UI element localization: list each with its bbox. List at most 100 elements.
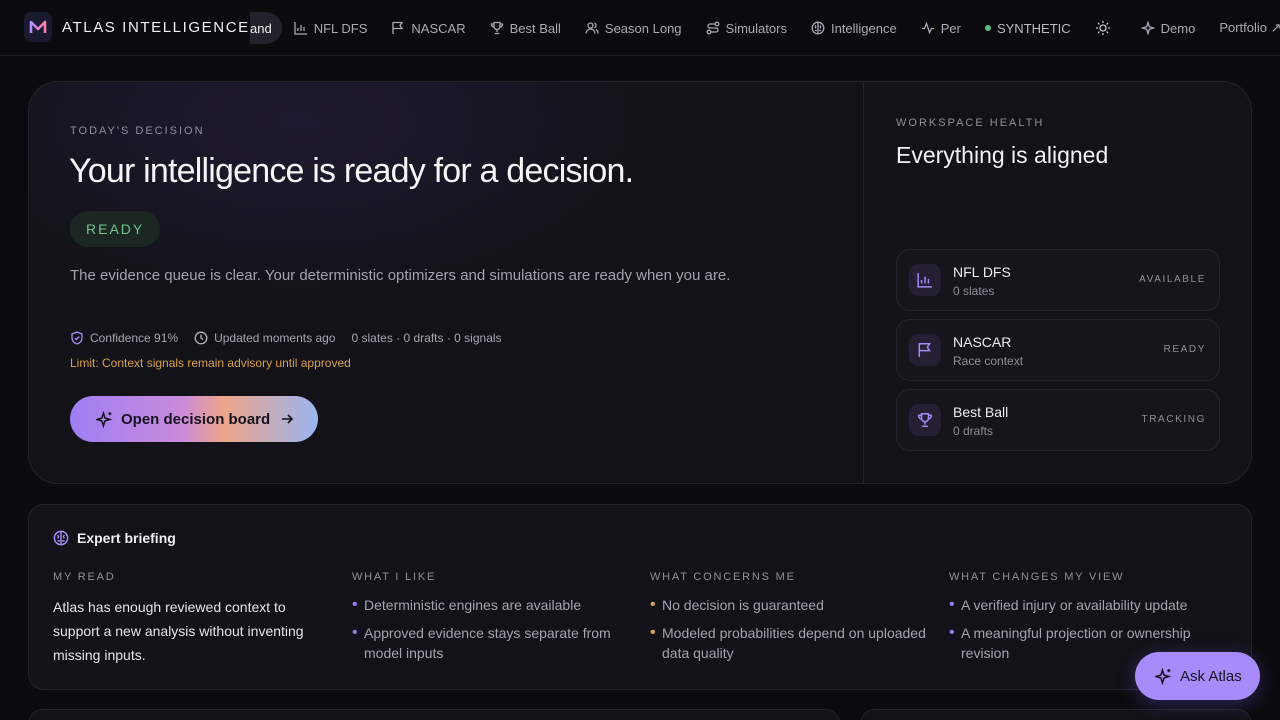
trophy-icon <box>909 404 941 436</box>
workspace-card-nfl-dfs[interactable]: NFL DFS 0 slates AVAILABLE <box>896 249 1220 311</box>
main-nav: and NFL DFS NASCAR Best Ball Season Long… <box>250 11 1280 45</box>
nav-item-label: Simulators <box>725 20 787 36</box>
lower-card-right <box>860 709 1252 720</box>
cta-label: Open decision board <box>121 410 271 428</box>
hero-title: Your intelligence is ready for a decisio… <box>69 152 634 190</box>
demo-label: Demo <box>1160 20 1196 36</box>
workspace-eyebrow: WORKSPACE HEALTH <box>896 117 1045 129</box>
nav-item-label: and <box>250 20 272 36</box>
workspace-card-nascar[interactable]: NASCAR Race context READY <box>896 319 1220 381</box>
portfolio-label: Portfolio ↗ <box>1219 20 1280 35</box>
workspace-card-best-ball[interactable]: Best Ball 0 drafts TRACKING <box>896 389 1220 451</box>
column-title: WHAT I LIKE <box>352 571 437 583</box>
what-i-like-column: WHAT I LIKE • Deterministic engines are a… <box>352 571 632 671</box>
shield-check-icon <box>71 331 83 345</box>
brand[interactable]: ATLAS INTELLIGENCE <box>24 12 250 42</box>
theme-toggle-button[interactable] <box>1083 12 1129 44</box>
workspace-card-status: TRACKING <box>1141 414 1206 425</box>
nav-item-performance[interactable]: Per <box>909 12 973 44</box>
workspace-health-panel: WORKSPACE HEALTH Everything is aligned N… <box>864 82 1251 483</box>
workspace-card-status: AVAILABLE <box>1139 274 1206 285</box>
list-item: • No decision is guaranteed <box>650 596 824 613</box>
todays-decision-panel: TODAY'S DECISION Your intelligence is re… <box>29 82 863 483</box>
nav-item-command[interactable]: and <box>250 12 282 44</box>
atlas-logo-icon <box>24 12 52 42</box>
nav-item-label: Season Long <box>604 20 682 36</box>
my-read-column: MY READ Atlas has enough reviewed contex… <box>53 571 323 667</box>
hero-description: The evidence queue is clear. Your determ… <box>70 267 731 284</box>
trophy-icon <box>490 21 503 35</box>
workspace-card-name: NASCAR <box>953 334 1012 350</box>
status-dot <box>984 25 991 31</box>
workspace-card-name: Best Ball <box>953 404 1009 420</box>
demo-button[interactable]: Demo <box>1129 12 1208 44</box>
activity-icon <box>921 21 934 35</box>
portfolio-link[interactable]: Portfolio ↗ <box>1207 12 1280 44</box>
top-navigation-bar: ATLAS INTELLIGENCE and NFL DFS NASCAR Be… <box>0 0 1280 56</box>
updated-text: Updated moments ago <box>214 331 336 345</box>
expert-briefing-card: Expert briefing MY READ Atlas has enough… <box>28 504 1252 690</box>
ask-atlas-label: Ask Atlas <box>1180 667 1242 685</box>
sparkles-icon <box>1140 21 1155 35</box>
list-item-text: A verified injury or availability update <box>961 597 1188 613</box>
briefing-header: Expert briefing <box>53 530 176 546</box>
nav-item-label: NASCAR <box>411 20 466 36</box>
list-item-text: Deterministic engines are available <box>364 597 582 613</box>
confidence-text: Confidence 91% <box>90 331 179 345</box>
flag-icon <box>392 21 404 34</box>
limit-warning: Limit: Context signals remain advisory u… <box>70 356 351 370</box>
users-icon <box>585 22 599 34</box>
nav-item-label: Best Ball <box>509 20 561 36</box>
nav-item-label: Per <box>940 20 961 36</box>
brain-icon <box>811 21 825 35</box>
flag-icon <box>909 334 941 366</box>
status-label: SYNTHETIC <box>996 20 1071 36</box>
sparkles-icon <box>96 410 113 428</box>
nav-item-nfl-dfs[interactable]: NFL DFS <box>282 12 380 44</box>
hero-eyebrow: TODAY'S DECISION <box>70 125 205 137</box>
sun-icon <box>1095 21 1110 35</box>
route-icon <box>706 21 719 35</box>
column-title: WHAT CHANGES MY VIEW <box>949 571 1125 583</box>
list-item: • Approved evidence stays separate from m… <box>352 623 632 663</box>
column-title: MY READ <box>53 571 116 583</box>
nav-item-best-ball[interactable]: Best Ball <box>478 12 573 44</box>
nav-item-intelligence[interactable]: Intelligence <box>799 12 909 44</box>
sparkles-icon <box>1155 667 1172 685</box>
clock-icon <box>194 331 208 345</box>
workspace-title: Everything is aligned <box>896 142 1109 168</box>
workspace-card-sub: 0 drafts <box>953 424 994 438</box>
bar-chart-icon <box>294 22 307 35</box>
my-read-text: Atlas has enough reviewed context to sup… <box>53 599 304 663</box>
open-decision-board-button[interactable]: Open decision board <box>70 396 318 442</box>
workspace-card-status: READY <box>1163 344 1206 355</box>
data-mode-status: SYNTHETIC <box>973 12 1083 44</box>
briefing-title: Expert briefing <box>77 530 176 546</box>
nav-item-season-long[interactable]: Season Long <box>573 12 694 44</box>
list-item-text: Approved evidence stays separate from mo… <box>364 625 611 661</box>
lower-card-left <box>28 709 840 720</box>
nav-item-simulators[interactable]: Simulators <box>694 12 799 44</box>
list-item-text: Modeled probabilities depend on uploaded… <box>662 625 926 661</box>
list-item: • Modeled probabilities depend on uploade… <box>650 623 930 663</box>
list-item: • A verified injury or availability updat… <box>949 596 1188 613</box>
brand-name: ATLAS INTELLIGENCE <box>62 18 250 36</box>
bar-chart-icon <box>909 264 941 296</box>
decision-hero-card: TODAY'S DECISION Your intelligence is re… <box>28 81 1252 484</box>
nav-item-label: Intelligence <box>830 20 897 36</box>
confidence-meta: Confidence 91% <box>70 331 178 345</box>
workspace-card-name: NFL DFS <box>953 264 1011 280</box>
arrow-right-icon <box>282 414 294 424</box>
nav-item-nascar[interactable]: NASCAR <box>379 12 477 44</box>
ask-atlas-button[interactable]: Ask Atlas <box>1135 652 1260 700</box>
status-badge: READY <box>70 211 161 247</box>
updated-meta: Updated moments ago <box>194 331 335 345</box>
workspace-card-sub: Race context <box>953 354 1024 368</box>
brain-icon <box>53 530 69 546</box>
what-concerns-me-column: WHAT CONCERNS ME • No decision is guarant… <box>650 571 930 671</box>
column-title: WHAT CONCERNS ME <box>650 571 796 583</box>
counts-text: 0 slates · 0 drafts · 0 signals <box>351 331 502 345</box>
list-item: • Deterministic engines are available <box>352 596 582 613</box>
list-item-text: No decision is guaranteed <box>662 597 824 613</box>
hero-meta-row: Confidence 91% Updated moments ago 0 sla… <box>70 331 518 345</box>
